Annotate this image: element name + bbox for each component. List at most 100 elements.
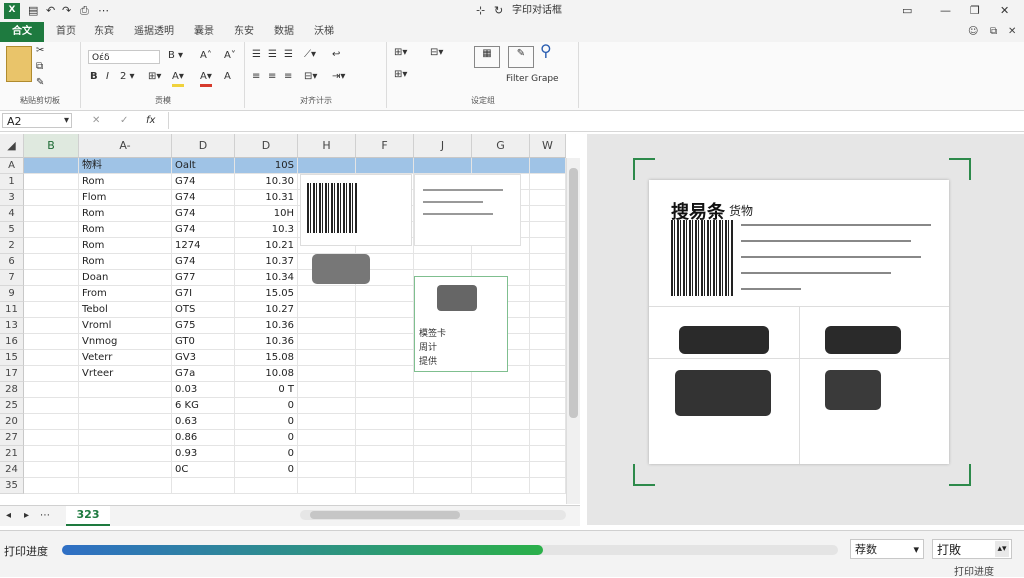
empty-cell[interactable] [530,366,566,382]
table-cell[interactable] [79,430,172,446]
cut-icon[interactable]: ✂ [36,44,44,58]
empty-cell[interactable] [472,398,530,414]
row-header[interactable]: 25 [0,398,24,414]
row-header[interactable]: 24 [0,462,24,478]
row-header[interactable]: 5 [0,222,24,238]
close-workbook-icon[interactable]: ✕ [1008,24,1016,40]
orientation-icon[interactable]: ⟋▾ [304,48,316,62]
empty-cell[interactable] [530,382,566,398]
copy-icon[interactable]: ⧉ [36,60,43,74]
table-cell[interactable]: Vnmog [79,334,172,350]
align-bottom-icon[interactable]: ☰ [284,48,293,62]
table-cell[interactable]: 15.08 [235,350,298,366]
table-cell[interactable] [24,414,79,430]
context-menu-item[interactable]: 周计 [419,341,437,355]
table-cell[interactable]: 0.03 [172,382,235,398]
empty-cell[interactable] [530,238,566,254]
table-cell[interactable]: Vrteer [79,366,172,382]
empty-cell[interactable] [356,366,414,382]
table-cell[interactable]: 10.08 [235,366,298,382]
empty-cell[interactable] [298,334,356,350]
table-cell[interactable]: 0 [235,398,298,414]
print-option-select[interactable]: 打敗 ▴▾ [932,539,1012,559]
empty-cell[interactable] [530,206,566,222]
table-cell[interactable]: 0 T [235,382,298,398]
row-header[interactable]: 4 [0,206,24,222]
format-painter-icon[interactable]: ✎ [36,76,44,90]
row-header[interactable]: 35 [0,478,24,494]
empty-cell[interactable] [298,446,356,462]
row-header[interactable]: 15 [0,350,24,366]
empty-cell[interactable] [298,158,356,174]
table-cell[interactable] [24,382,79,398]
table-cell[interactable]: G74 [172,190,235,206]
empty-cell[interactable] [530,302,566,318]
table-cell[interactable]: 10.21 [235,238,298,254]
vertical-scrollbar[interactable] [566,158,580,504]
format-cells-icon[interactable]: ⊞▾ [394,68,407,82]
sort-filter-icon[interactable]: ✎ [508,46,534,68]
table-cell[interactable] [24,190,79,206]
table-cell[interactable]: From [79,286,172,302]
table-cell[interactable] [24,254,79,270]
horizontal-scrollbar[interactable] [300,510,566,520]
table-cell[interactable]: Oalt [172,158,235,174]
row-header[interactable]: 16 [0,334,24,350]
empty-cell[interactable] [530,430,566,446]
empty-cell[interactable] [530,286,566,302]
row-header[interactable]: 21 [0,446,24,462]
table-cell[interactable] [79,462,172,478]
label-image[interactable] [414,174,521,246]
empty-cell[interactable] [298,398,356,414]
table-cell[interactable] [24,318,79,334]
row-header[interactable]: 9 [0,286,24,302]
row-header[interactable]: 2 [0,238,24,254]
table-cell[interactable] [24,222,79,238]
empty-cell[interactable] [298,478,356,494]
table-cell[interactable] [79,382,172,398]
table-cell[interactable]: 6 KG [172,398,235,414]
more-icon[interactable]: ⋯ [98,3,109,18]
row-header[interactable]: 27 [0,430,24,446]
empty-cell[interactable] [530,350,566,366]
paste-icon[interactable] [6,46,32,82]
empty-cell[interactable] [298,414,356,430]
italic-button[interactable]: I [106,70,109,84]
table-cell[interactable] [24,158,79,174]
align-right-icon[interactable]: ≡ [284,70,292,84]
row-header[interactable]: 6 [0,254,24,270]
empty-cell[interactable] [298,318,356,334]
indent-icon[interactable]: ⇥▾ [332,70,345,84]
empty-cell[interactable] [298,382,356,398]
empty-cell[interactable] [356,350,414,366]
table-cell[interactable]: 0C [172,462,235,478]
empty-cell[interactable] [472,430,530,446]
save-icon[interactable]: ▤ [28,3,38,18]
grow-font-icon[interactable]: A˄ [200,49,212,63]
table-cell[interactable]: G7I [172,286,235,302]
empty-cell[interactable] [356,398,414,414]
font-size-select[interactable]: B ▾ [168,49,183,63]
table-cell[interactable]: OTS [172,302,235,318]
empty-cell[interactable] [472,158,530,174]
table-cell[interactable] [24,462,79,478]
table-cell[interactable]: 10.27 [235,302,298,318]
sheet-tab[interactable]: 323 [66,506,110,526]
table-cell[interactable]: 10.34 [235,270,298,286]
table-cell[interactable]: 10.3 [235,222,298,238]
empty-cell[interactable] [472,382,530,398]
tab-review[interactable]: 东安 [234,24,254,40]
shrink-font-icon[interactable]: A˅ [224,49,236,63]
copies-select[interactable]: 荐数 ▾ [850,539,924,559]
ribbon-display-icon[interactable]: ▭ [902,3,912,18]
table-cell[interactable]: 10.36 [235,318,298,334]
undo-icon[interactable]: ↶ [46,3,55,18]
table-cell[interactable] [24,286,79,302]
table-cell[interactable]: 1274 [172,238,235,254]
empty-cell[interactable] [414,446,472,462]
table-cell[interactable]: GT0 [172,334,235,350]
empty-cell[interactable] [298,350,356,366]
merge-icon[interactable]: ⊟▾ [304,70,317,84]
empty-cell[interactable] [356,158,414,174]
empty-cell[interactable] [356,302,414,318]
